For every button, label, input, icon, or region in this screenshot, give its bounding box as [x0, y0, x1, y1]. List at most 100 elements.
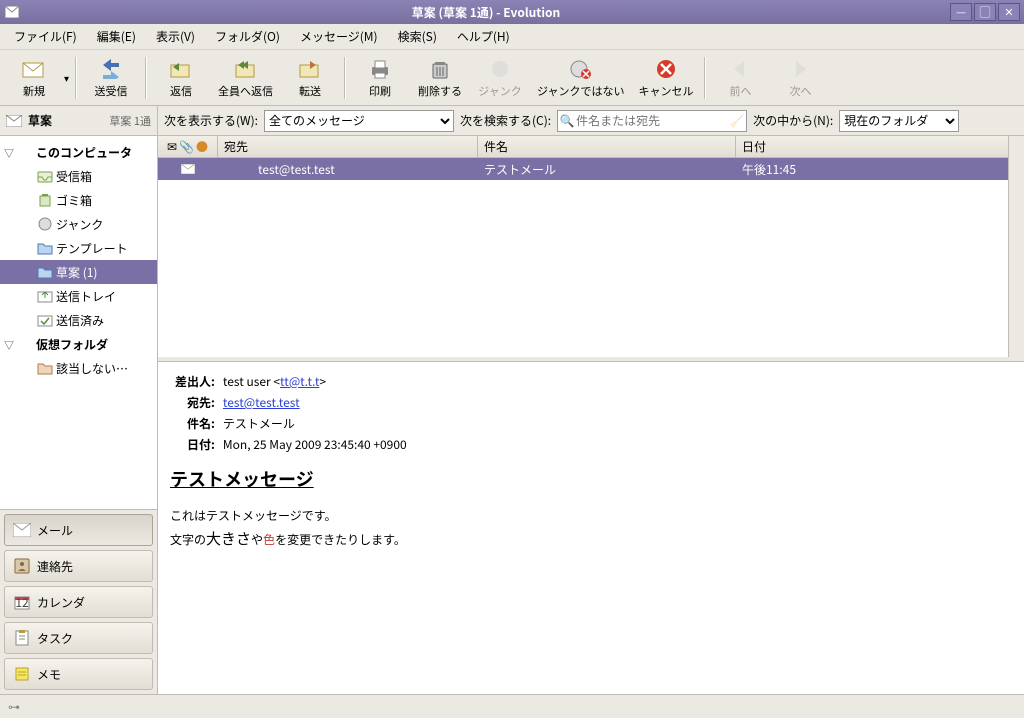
cancel-button[interactable]: キャンセル	[631, 53, 700, 103]
junk-icon	[488, 57, 512, 81]
folder-title: 草案	[28, 112, 109, 129]
clear-search-icon[interactable]: 🧹	[728, 112, 746, 129]
tree-item[interactable]: 受信箱	[0, 164, 157, 188]
subject-value: テストメール	[220, 414, 410, 433]
folder-header: 草案 草案 1通	[0, 106, 157, 136]
mail-icon	[13, 523, 31, 537]
memo-icon	[13, 666, 31, 682]
switcher-calendar[interactable]: 12カレンダ	[4, 586, 153, 618]
reply-icon	[169, 57, 193, 81]
forward-button[interactable]: 転送	[280, 53, 340, 103]
print-icon	[368, 57, 392, 81]
menu-search[interactable]: 検索(S)	[388, 26, 447, 47]
menu-help[interactable]: ヘルプ(H)	[447, 26, 520, 47]
preview-header: 差出人: test user <tt@t.t.t> 宛先: test@test.…	[170, 370, 1012, 456]
switcher-label: メモ	[37, 666, 61, 683]
col-to[interactable]: 宛先	[218, 136, 478, 157]
switcher-tasks[interactable]: タスク	[4, 622, 153, 654]
tree-label: 送信トレイ	[56, 288, 116, 305]
col-flags[interactable]: ✉ 📎 ●	[158, 136, 218, 157]
switcher-contacts[interactable]: 連絡先	[4, 550, 153, 582]
new-dropdown-icon[interactable]: ▾	[62, 68, 71, 87]
prev-icon	[728, 57, 752, 81]
not-junk-button[interactable]: ジャンクではない	[530, 53, 631, 103]
list-header: ✉ 📎 ● 宛先 件名 日付	[158, 136, 1024, 158]
tree-item[interactable]: 草案 (1)	[0, 260, 157, 284]
menu-folder[interactable]: フォルダ(O)	[205, 26, 290, 47]
subject-label: 件名:	[172, 414, 218, 433]
new-button[interactable]: 新規	[4, 53, 64, 103]
list-scrollbar[interactable]	[1008, 136, 1024, 357]
body-line2: 文字の大きさや色を変更できたりします。	[170, 526, 1012, 552]
tree-item[interactable]: ゴミ箱	[0, 188, 157, 212]
switcher-mail[interactable]: メール	[4, 514, 153, 546]
switcher-label: メール	[37, 522, 73, 539]
switcher-label: タスク	[37, 630, 73, 647]
tree-label: 送信済み	[56, 312, 104, 329]
search-label: 次を検索する(C):	[460, 112, 551, 129]
maximize-button[interactable]: ▢	[974, 3, 996, 21]
col-date[interactable]: 日付	[736, 136, 1024, 157]
switcher-memo[interactable]: メモ	[4, 658, 153, 690]
tree-label: 該当しない…	[56, 360, 128, 377]
outbox-icon	[36, 289, 54, 303]
contacts-icon	[13, 558, 31, 574]
attachment-icon: 📎	[179, 138, 194, 155]
menu-file[interactable]: ファイル(F)	[4, 26, 87, 47]
reply-all-button[interactable]: 全員へ返信	[211, 53, 280, 103]
message-row[interactable]: test@test.testテストメール午後11:45	[158, 158, 1024, 180]
cancel-icon	[654, 57, 678, 81]
from-label: 差出人:	[172, 372, 218, 391]
reply-button[interactable]: 返信	[151, 53, 211, 103]
show-select[interactable]: 全てのメッセージ	[264, 110, 454, 132]
menubar: ファイル(F) 編集(E) 表示(V) フォルダ(O) メッセージ(M) 検索(…	[0, 24, 1024, 50]
to-email-link[interactable]: test@test.test	[223, 394, 300, 411]
tree-item[interactable]: 該当しない…	[0, 356, 157, 380]
send-receive-icon	[99, 57, 123, 81]
importance-icon: ●	[196, 138, 208, 155]
show-label: 次を表示する(W):	[164, 112, 258, 129]
not-junk-icon	[569, 57, 593, 81]
vfolder-icon	[36, 361, 54, 375]
row-date: 午後11:45	[736, 161, 1024, 178]
window-titlebar: 草案 (草案 1通) - Evolution — ▢ ✕	[0, 0, 1024, 24]
scope-select[interactable]: 現在のフォルダ	[839, 110, 959, 132]
filter-bar: 次を表示する(W): 全てのメッセージ 次を検索する(C): 🔍 🧹 次の中から…	[158, 106, 1024, 136]
status-bar: ⊶	[0, 694, 1024, 718]
tree-item[interactable]: ジャンク	[0, 212, 157, 236]
search-input[interactable]	[576, 112, 728, 129]
to-label: 宛先:	[172, 393, 218, 412]
sidebar: 草案 草案 1通 ▽ このコンピュータ受信箱ゴミ箱ジャンクテンプレート草案 (1)…	[0, 106, 158, 694]
folder-icon	[36, 265, 54, 279]
print-button[interactable]: 印刷	[350, 53, 410, 103]
tree-item[interactable]: 送信トレイ	[0, 284, 157, 308]
expand-arrow-icon: ▽	[4, 145, 16, 160]
tree-label: このコンピュータ	[36, 144, 132, 161]
search-icon[interactable]: 🔍	[558, 112, 576, 129]
col-subject[interactable]: 件名	[478, 136, 736, 157]
next-button: 次へ	[770, 53, 830, 103]
tree-item[interactable]: テンプレート	[0, 236, 157, 260]
tree-header[interactable]: ▽ このコンピュータ	[0, 140, 157, 164]
close-button[interactable]: ✕	[998, 3, 1020, 21]
forward-icon	[298, 57, 322, 81]
switcher-label: 連絡先	[37, 558, 73, 575]
body-line1: これはテストメッセージです。	[170, 506, 1012, 526]
tree-item[interactable]: 送信済み	[0, 308, 157, 332]
tree-label: ゴミ箱	[56, 192, 92, 209]
tasks-icon	[13, 630, 31, 646]
menu-message[interactable]: メッセージ(M)	[290, 26, 388, 47]
minimize-button[interactable]: —	[950, 3, 972, 21]
delete-button[interactable]: 削除する	[410, 53, 470, 103]
toolbar-separator	[344, 57, 346, 99]
tree-header[interactable]: ▽仮想フォルダ	[0, 332, 157, 356]
send-receive-button[interactable]: 送受信	[81, 53, 141, 103]
envelope-icon: ✉	[167, 138, 177, 155]
expand-arrow-icon: ▽	[4, 337, 16, 352]
mail-icon	[6, 115, 24, 127]
menu-edit[interactable]: 編集(E)	[87, 26, 146, 47]
component-switcher: メール連絡先 12カレンダタスクメモ	[0, 509, 157, 694]
menu-view[interactable]: 表示(V)	[146, 26, 205, 47]
switcher-label: カレンダ	[37, 594, 85, 611]
from-email-link[interactable]: tt@t.t.t	[280, 373, 319, 390]
